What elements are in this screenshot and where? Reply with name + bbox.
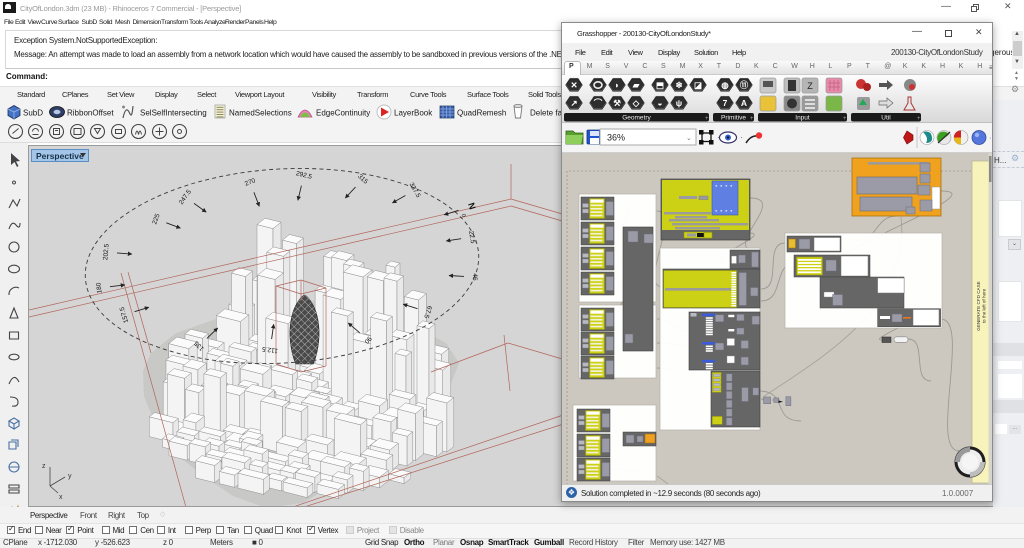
svg-text:+: + — [843, 116, 847, 122]
svg-text:202.5: 202.5 — [102, 243, 110, 260]
svg-text:7: 7 — [723, 98, 728, 108]
svg-text:◪: ◪ — [694, 80, 702, 90]
svg-text:◒: ◒ — [657, 98, 662, 108]
svg-text:Geometry: Geometry — [622, 115, 651, 122]
svg-text:⌄: ⌄ — [686, 135, 692, 142]
svg-text:292.5: 292.5 — [295, 170, 313, 181]
svg-text:y: y — [68, 473, 72, 480]
svg-text:EdgeContinuity: EdgeContinuity — [316, 109, 370, 118]
svg-text:45: 45 — [471, 273, 478, 281]
svg-text:+: + — [917, 116, 921, 122]
svg-text:+: + — [705, 116, 709, 122]
svg-text:157.5: 157.5 — [119, 306, 131, 324]
svg-text:+: + — [750, 116, 754, 122]
svg-text:ψ: ψ — [676, 98, 682, 108]
svg-text:SelSelfIntersecting: SelSelfIntersecting — [140, 109, 207, 118]
svg-text:·: · — [989, 135, 991, 142]
svg-text:QuadRemesh: QuadRemesh — [457, 109, 506, 118]
svg-text:36%: 36% — [607, 133, 625, 143]
svg-text:◍: ◍ — [721, 80, 729, 90]
svg-text:·: · — [740, 133, 743, 142]
svg-text:225: 225 — [151, 213, 161, 226]
svg-text:⌒: ⌒ — [593, 98, 603, 108]
svg-text:❄: ❄ — [675, 80, 682, 90]
svg-text:⚒: ⚒ — [613, 98, 621, 108]
svg-text:247.5: 247.5 — [178, 188, 193, 206]
svg-text:315: 315 — [356, 173, 369, 186]
svg-text:✕: ✕ — [570, 80, 577, 90]
svg-text:Util: Util — [881, 115, 891, 122]
svg-text:z: z — [42, 463, 46, 470]
svg-text:RibbonOffset: RibbonOffset — [67, 109, 114, 118]
svg-text:x: x — [59, 494, 63, 501]
svg-text:A: A — [741, 98, 747, 108]
svg-text:Input: Input — [795, 115, 810, 122]
svg-text:Primitive: Primitive — [721, 115, 746, 122]
svg-text:NamedSelections: NamedSelections — [229, 109, 292, 118]
svg-text:LayerBook: LayerBook — [394, 109, 433, 118]
svg-text:Z: Z — [807, 81, 813, 91]
svg-text:22.5: 22.5 — [467, 230, 476, 244]
svg-text:◗: ◗ — [614, 80, 619, 90]
svg-text:Delete fa: Delete fa — [530, 109, 563, 118]
svg-text:270: 270 — [244, 177, 257, 188]
svg-text:↗: ↗ — [570, 98, 577, 108]
svg-text:180: 180 — [95, 282, 103, 294]
svg-text:N: N — [466, 201, 478, 210]
svg-text:337.5: 337.5 — [407, 181, 421, 199]
svg-text:⬒: ⬒ — [656, 80, 664, 90]
svg-text:⑪: ⑪ — [740, 80, 749, 90]
